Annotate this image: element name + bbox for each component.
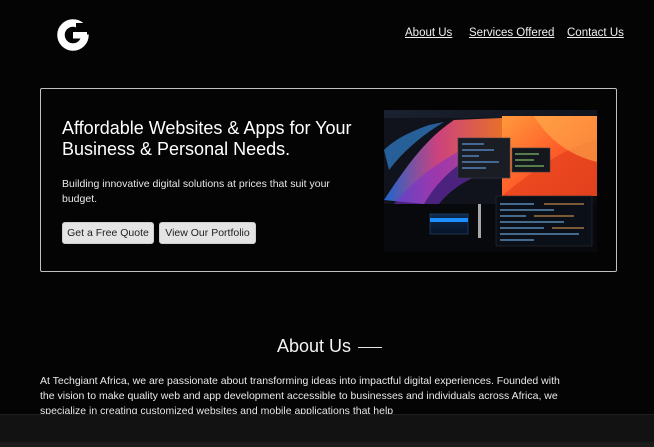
get-free-quote-button[interactable]: Get a Free Quote <box>62 222 154 244</box>
about-us-paragraph: At Techgiant Africa, we are passionate a… <box>40 375 560 414</box>
heading-divider <box>358 347 382 348</box>
workspace-illustration <box>384 110 597 252</box>
hero-section: Affordable Websites & Apps for Your Busi… <box>40 88 617 272</box>
website-page: About Us Services Offered Contact Us Aff… <box>0 0 654 414</box>
bottom-strip <box>0 442 654 447</box>
hero-subtitle: Building innovative digital solutions at… <box>62 178 330 205</box>
hero-title: Affordable Websites & Apps for Your Busi… <box>62 118 352 159</box>
brand-logo-icon[interactable] <box>56 18 90 52</box>
about-us-heading: About Us <box>277 336 352 356</box>
nav-contact-us[interactable]: Contact Us <box>567 27 624 39</box>
nav-services-offered[interactable]: Services Offered <box>469 27 554 39</box>
window-bottom-bar <box>0 414 654 447</box>
nav-about-us[interactable]: About Us <box>405 27 452 39</box>
developer-workspace-monitors-image <box>384 110 597 252</box>
view-portfolio-button[interactable]: View Our Portfolio <box>159 222 256 244</box>
